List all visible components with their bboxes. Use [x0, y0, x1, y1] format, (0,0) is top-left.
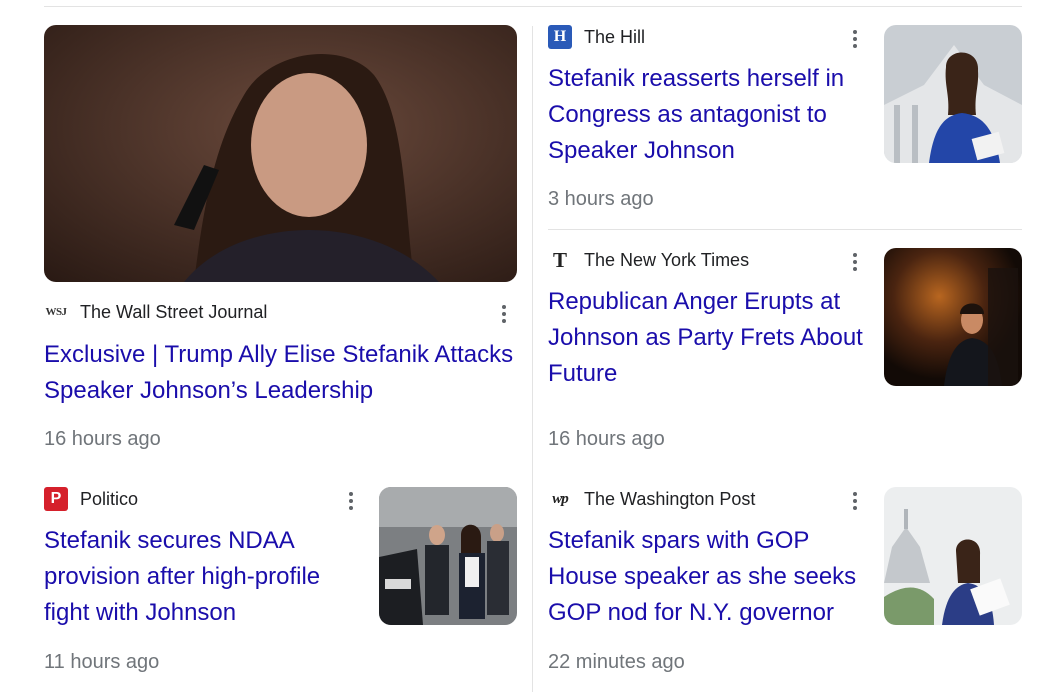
story-thumbnail-politico[interactable]	[379, 487, 517, 625]
source-name: The New York Times	[584, 249, 750, 270]
story-headline-wsj[interactable]: Exclusive | Trump Ally Elise Stefanik At…	[44, 337, 524, 409]
politico-logo-icon: P	[44, 487, 68, 511]
story-time: 11 hours ago	[44, 651, 160, 673]
story-thumbnail-washington-post[interactable]	[884, 487, 1022, 625]
more-options-icon[interactable]	[843, 248, 867, 276]
more-options-icon[interactable]	[843, 25, 867, 53]
the-hill-logo-icon: H	[548, 25, 572, 49]
story-thumbnail-wsj[interactable]	[44, 25, 517, 282]
top-divider	[44, 6, 1022, 7]
story-time: 16 hours ago	[548, 428, 665, 450]
wsj-logo-icon: WSJ	[45, 306, 67, 318]
source-name: The Wall Street Journal	[80, 301, 268, 322]
story-source-politico: P Politico	[44, 487, 138, 511]
source-name: The Hill	[584, 26, 646, 47]
story-time: 22 minutes ago	[548, 651, 685, 673]
story-source-washington-post: wp The Washington Post	[548, 487, 755, 511]
story-time: 3 hours ago	[548, 188, 654, 210]
nyt-logo-icon: T	[552, 247, 567, 272]
row-divider	[548, 229, 1022, 230]
story-headline-politico[interactable]: Stefanik secures NDAA provision after hi…	[44, 523, 364, 631]
source-name: Politico	[80, 488, 139, 509]
more-options-icon[interactable]	[492, 300, 516, 328]
more-options-icon[interactable]	[843, 487, 867, 515]
story-headline-washington-post[interactable]: Stefanik spars with GOP House speaker as…	[548, 523, 868, 631]
story-thumbnail-the-hill[interactable]	[884, 25, 1022, 163]
story-thumbnail-nyt[interactable]	[884, 248, 1022, 386]
story-headline-the-hill[interactable]: Stefanik reasserts herself in Congress a…	[548, 61, 868, 169]
column-divider	[532, 26, 533, 692]
washington-post-logo-icon: wp	[552, 490, 568, 507]
story-source-nyt: T The New York Times	[548, 248, 749, 272]
more-options-icon[interactable]	[339, 487, 363, 515]
source-name: The Washington Post	[584, 488, 756, 509]
story-time: 16 hours ago	[44, 428, 161, 450]
story-source-the-hill: H The Hill	[548, 25, 645, 49]
story-headline-nyt[interactable]: Republican Anger Erupts at Johnson as Pa…	[548, 284, 878, 392]
story-source-wsj: WSJ The Wall Street Journal	[44, 300, 267, 324]
